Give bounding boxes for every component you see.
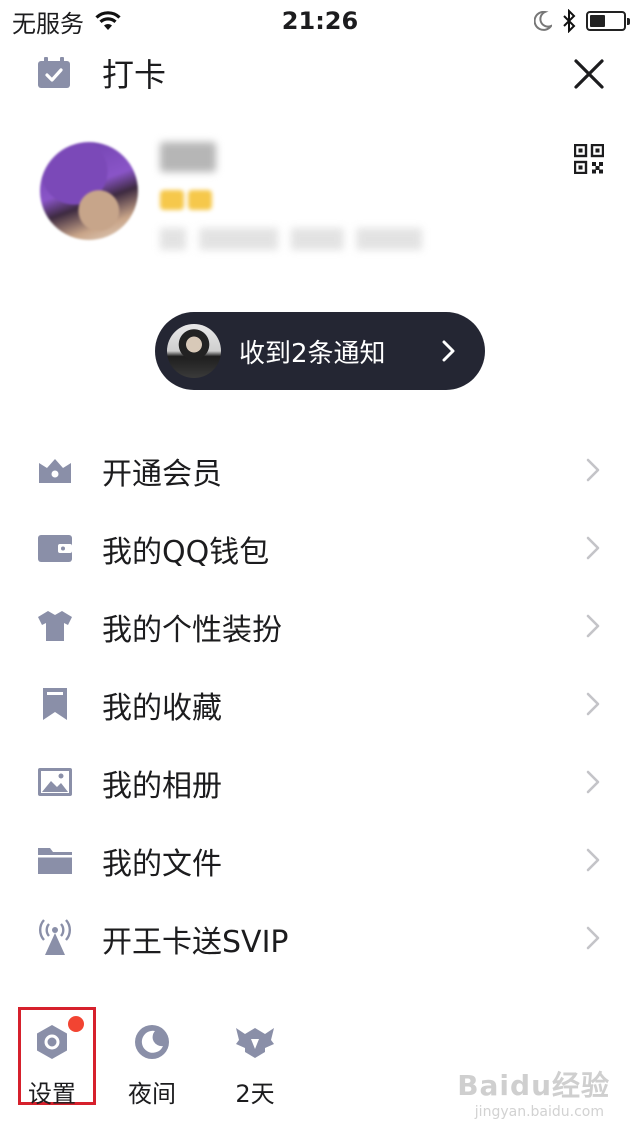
menu-item-vip[interactable]: 开通会员 — [0, 431, 640, 509]
menu-item-label: 我的收藏 — [102, 691, 222, 726]
moon-icon — [534, 11, 552, 31]
settings-hexagon-icon — [37, 1025, 67, 1059]
bookmark-icon — [43, 688, 67, 720]
vip-badges[interactable] — [160, 190, 212, 210]
menu-item-label: 我的QQ钱包 — [102, 535, 270, 570]
menu-item-label: 开通会员 — [102, 457, 222, 492]
chevron-right-icon — [586, 926, 600, 950]
chevron-right-icon — [586, 458, 600, 482]
chevron-right-icon — [586, 536, 600, 560]
folder-icon — [38, 848, 72, 874]
notification-avatar — [167, 324, 221, 378]
notification-text: 收到2条通知 — [239, 338, 386, 369]
menu-item-label: 开王卡送SVIP — [102, 925, 289, 960]
notification-pill[interactable]: 收到2条通知 — [155, 312, 485, 390]
bluetooth-icon — [563, 9, 576, 33]
days-button[interactable]: 2天 — [220, 1022, 290, 1109]
night-mode-button[interactable]: 夜间 — [117, 1022, 187, 1109]
night-mode-label: 夜间 — [128, 1080, 176, 1108]
menu-item-favorites[interactable]: 我的收藏 — [0, 665, 640, 743]
chevron-right-icon — [586, 614, 600, 638]
days-label: 2天 — [235, 1080, 275, 1108]
user-avatar[interactable] — [40, 142, 138, 240]
crown-icon — [39, 459, 71, 483]
battery-level — [590, 15, 605, 27]
menu-item-files[interactable]: 我的文件 — [0, 821, 640, 899]
checkin-label: 打卡 — [102, 56, 167, 94]
menu-item-label: 我的相册 — [102, 769, 222, 804]
photo-icon — [38, 768, 72, 796]
chevron-right-icon — [442, 340, 455, 362]
menu-item-king-card[interactable]: 开王卡送SVIP — [0, 899, 640, 977]
winged-badge-icon — [236, 1028, 274, 1058]
signal-tower-icon — [39, 919, 71, 955]
qr-code-icon[interactable] — [574, 144, 604, 174]
shirt-icon — [38, 611, 72, 641]
chevron-right-icon — [586, 848, 600, 872]
menu-item-label: 我的文件 — [102, 847, 222, 882]
close-icon[interactable] — [570, 55, 608, 93]
menu-item-label: 我的个性装扮 — [102, 613, 282, 648]
user-nickname-redacted[interactable] — [160, 142, 216, 172]
status-bar-right — [534, 6, 630, 36]
night-mode-icon — [135, 1025, 169, 1059]
watermark-url: jingyan.baidu.com — [474, 1104, 604, 1120]
vip-crown-icon — [188, 190, 212, 210]
menu-item-themes[interactable]: 我的个性装扮 — [0, 587, 640, 665]
chevron-right-icon — [586, 692, 600, 716]
vip-crown-icon — [160, 190, 184, 210]
chevron-right-icon — [586, 770, 600, 794]
settings-button[interactable]: 设置 — [17, 1022, 87, 1109]
calendar-check-icon — [38, 57, 70, 88]
menu-item-album[interactable]: 我的相册 — [0, 743, 640, 821]
battery-icon — [586, 11, 630, 31]
checkin-button[interactable]: 打卡 — [36, 52, 166, 94]
user-signature-redacted[interactable] — [160, 228, 422, 250]
menu-item-wallet[interactable]: 我的QQ钱包 — [0, 509, 640, 587]
settings-badge-dot — [68, 1016, 84, 1032]
settings-label: 设置 — [28, 1080, 76, 1108]
wallet-icon — [38, 535, 72, 562]
watermark-brand: Baidu经验 — [457, 1069, 610, 1102]
